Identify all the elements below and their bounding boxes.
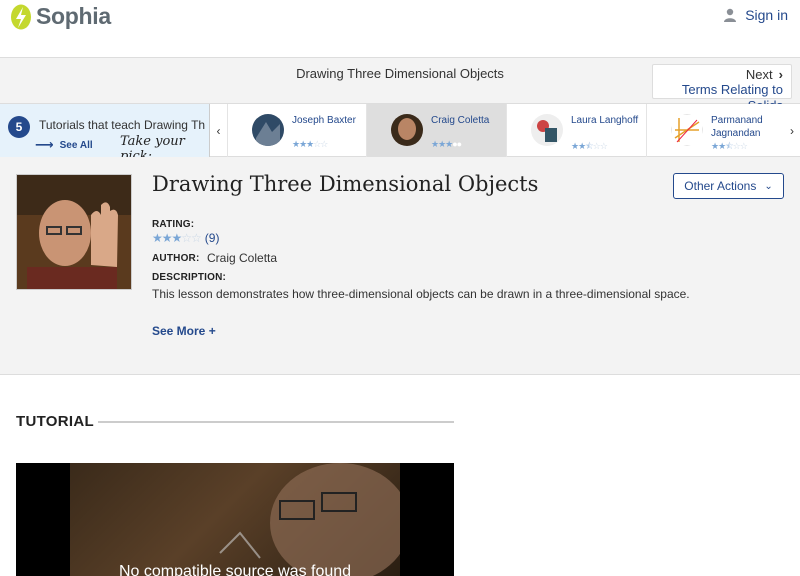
top-header: Sophia Sign in: [0, 0, 800, 58]
teacher-avatar: [391, 114, 423, 146]
brand-name: Sophia: [36, 3, 111, 29]
author-name: Craig Coletta: [207, 251, 278, 265]
teacher-name: Laura Langhoff: [571, 115, 639, 126]
next-tutorial-button[interactable]: Next› Terms Relating to Solids: [652, 64, 792, 113]
user-icon: [724, 8, 737, 22]
teacher-parmanand-jagnandan[interactable]: Parmanand Jagnandan ★★⯪☆☆: [646, 104, 784, 157]
sign-in-link[interactable]: Sign in: [723, 7, 788, 23]
author-label: AUTHOR:: [152, 253, 200, 264]
teacher-joseph-baxter[interactable]: Joseph Baxter ★★★☆☆: [227, 104, 366, 157]
other-actions-button[interactable]: Other Actions ⌄: [673, 173, 784, 199]
teacher-rating-stars: ★★⯪☆☆: [711, 141, 748, 151]
teacher-rating-stars: ★★★●●: [431, 139, 462, 149]
chevron-left-icon: ‹: [216, 123, 221, 138]
sophia-logo-icon: [11, 4, 31, 29]
lesson-title: Drawing Three Dimensional Objects: [152, 172, 539, 196]
teacher-avatar: [671, 114, 703, 146]
tutorial-strip: 5 Tutorials that teach Drawing Th ⟶ See A…: [0, 104, 800, 157]
sophia-logo[interactable]: Sophia: [10, 3, 111, 30]
teach-box: 5 Tutorials that teach Drawing Th ⟶ See A…: [0, 104, 210, 157]
tutorial-heading: TUTORIAL: [16, 413, 94, 430]
author-photo: [16, 174, 132, 290]
see-more-link[interactable]: See More +: [152, 324, 216, 338]
teacher-name: Craig Coletta: [431, 115, 490, 126]
tutorial-divider: [98, 421, 454, 423]
tutorial-count-badge: 5: [8, 116, 30, 138]
video-player[interactable]: No compatible source was found: [16, 463, 454, 576]
chevron-right-icon: ›: [790, 123, 794, 138]
teacher-name: Parmanand Jagnandan: [711, 115, 763, 139]
chevron-right-icon: ›: [778, 67, 783, 82]
next-label: Next ›: [745, 67, 783, 82]
teacher-laura-langhoff[interactable]: Laura Langhoff ★★⯪☆☆: [506, 104, 646, 157]
description-text: This lesson demonstrates how three-dimen…: [152, 287, 690, 301]
see-all-link[interactable]: ⟶ See All: [35, 137, 93, 153]
description-label: DESCRIPTION:: [152, 272, 227, 283]
rating-row: ★★★☆☆ (9): [152, 231, 219, 245]
teacher-craig-coletta[interactable]: Craig Coletta ★★★●●: [366, 104, 506, 157]
teacher-avatar: [531, 114, 563, 146]
rating-label: RATING:: [152, 219, 195, 230]
teacher-rating-stars: ★★★☆☆: [292, 139, 328, 149]
rating-count[interactable]: (9): [205, 231, 220, 245]
scroll-left-button[interactable]: ‹: [210, 104, 227, 157]
teacher-name: Joseph Baxter: [292, 115, 356, 126]
teacher-rating-stars: ★★⯪☆☆: [571, 141, 608, 151]
lesson-panel: Drawing Three Dimensional Objects Other …: [0, 157, 800, 375]
video-error-message: No compatible source was found: [118, 563, 352, 576]
teach-text: Tutorials that teach Drawing Th: [39, 118, 206, 132]
scroll-right-button[interactable]: ›: [784, 104, 800, 157]
arrow-right-icon: ⟶: [35, 137, 54, 152]
chevron-down-icon: ⌄: [764, 180, 773, 192]
rating-stars: ★★★☆☆: [152, 231, 202, 245]
page-title-bar: Drawing Three Dimensional Objects Next › …: [0, 58, 800, 113]
take-your-pick: Take your pick:: [120, 134, 185, 157]
video-frame: [70, 463, 410, 576]
teacher-avatar: [252, 114, 284, 146]
sign-in-label: Sign in: [745, 7, 788, 23]
